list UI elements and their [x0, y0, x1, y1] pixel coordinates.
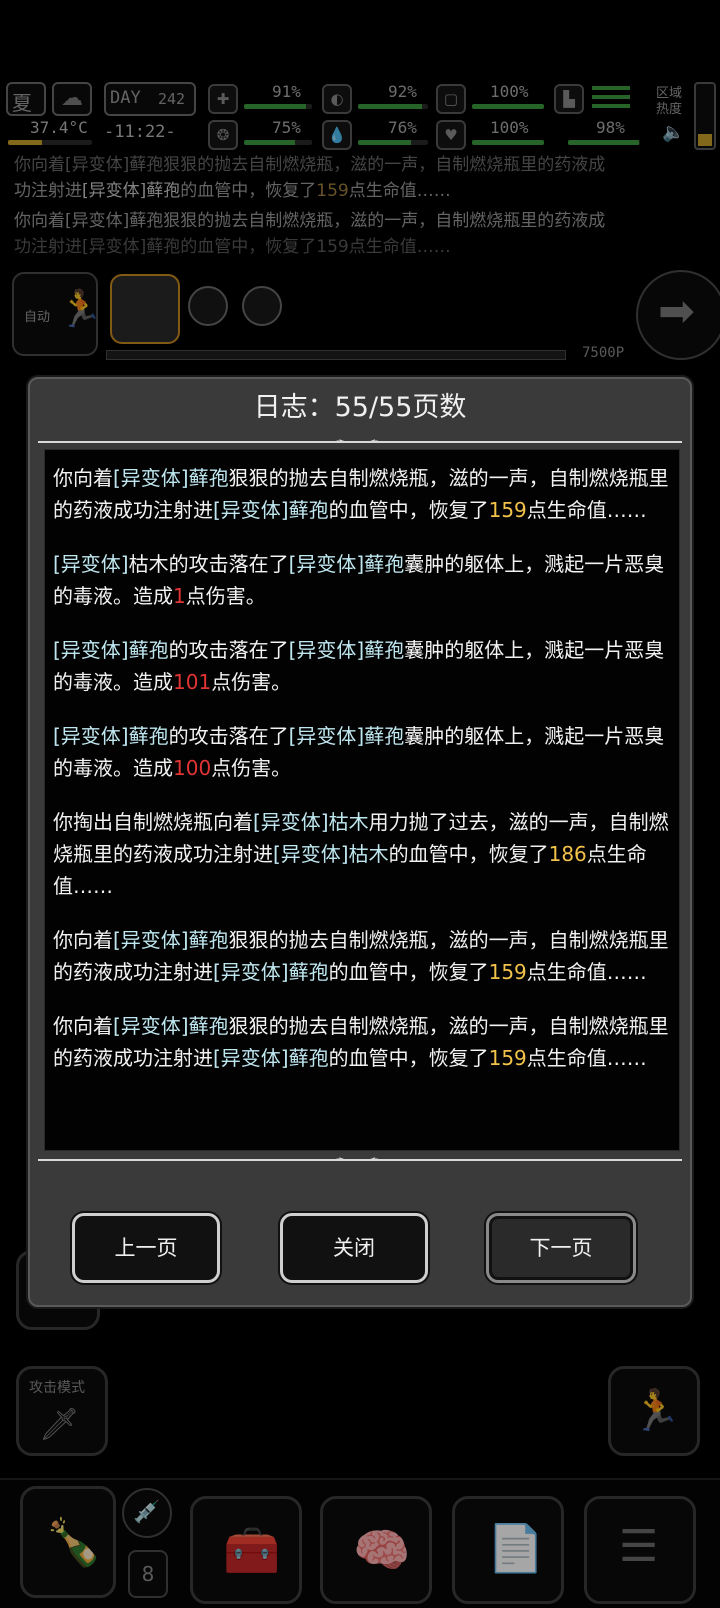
log-dialog: 日志：55/55页数 ➛ ➛ 你向着[异变体]藓孢狠狠的抛去自制燃烧瓶，滋的一声，…: [28, 377, 692, 1307]
log-entry: [异变体]枯木的攻击落在了[异变体]藓孢囊肿的躯体上，溅起一片恶臭的毒液。造成1…: [53, 552, 665, 608]
log-entries: 你向着[异变体]藓孢狠狠的抛去自制燃烧瓶，滋的一声，自制燃烧瓶里的药液成功注射进…: [53, 462, 669, 1096]
log-entry: 你掏出自制燃烧瓶向着[异变体]枯木用力抛了过去，滋的一声，自制燃烧瓶里的药液成功…: [53, 810, 669, 898]
prev-page-button[interactable]: 上一页: [72, 1213, 220, 1283]
log-title: 日志：55/55页数: [253, 392, 467, 423]
log-entry: 你向着[异变体]藓孢狠狠的抛去自制燃烧瓶，滋的一声，自制燃烧瓶里的药液成功注射进…: [53, 928, 669, 984]
next-page-button[interactable]: 下一页: [486, 1213, 636, 1283]
bottom-divider: ➛ ➛: [38, 1154, 682, 1165]
log-entry: [异变体]藓孢的攻击落在了[异变体]藓孢囊肿的躯体上，溅起一片恶臭的毒液。造成1…: [53, 638, 665, 694]
log-content-panel[interactable]: 你向着[异变体]藓孢狠狠的抛去自制燃烧瓶，滋的一声，自制燃烧瓶里的药液成功注射进…: [44, 449, 680, 1151]
top-divider: ➛ ➛: [38, 436, 682, 447]
log-entry: 你向着[异变体]藓孢狠狠的抛去自制燃烧瓶，滋的一声，自制燃烧瓶里的药液成功注射进…: [53, 1014, 669, 1070]
log-entry: 你向着[异变体]藓孢狠狠的抛去自制燃烧瓶，滋的一声，自制燃烧瓶里的药液成功注射进…: [53, 466, 669, 522]
log-entry: [异变体]藓孢的攻击落在了[异变体]藓孢囊肿的躯体上，溅起一片恶臭的毒液。造成1…: [53, 724, 665, 780]
close-button[interactable]: 关闭: [280, 1213, 428, 1283]
